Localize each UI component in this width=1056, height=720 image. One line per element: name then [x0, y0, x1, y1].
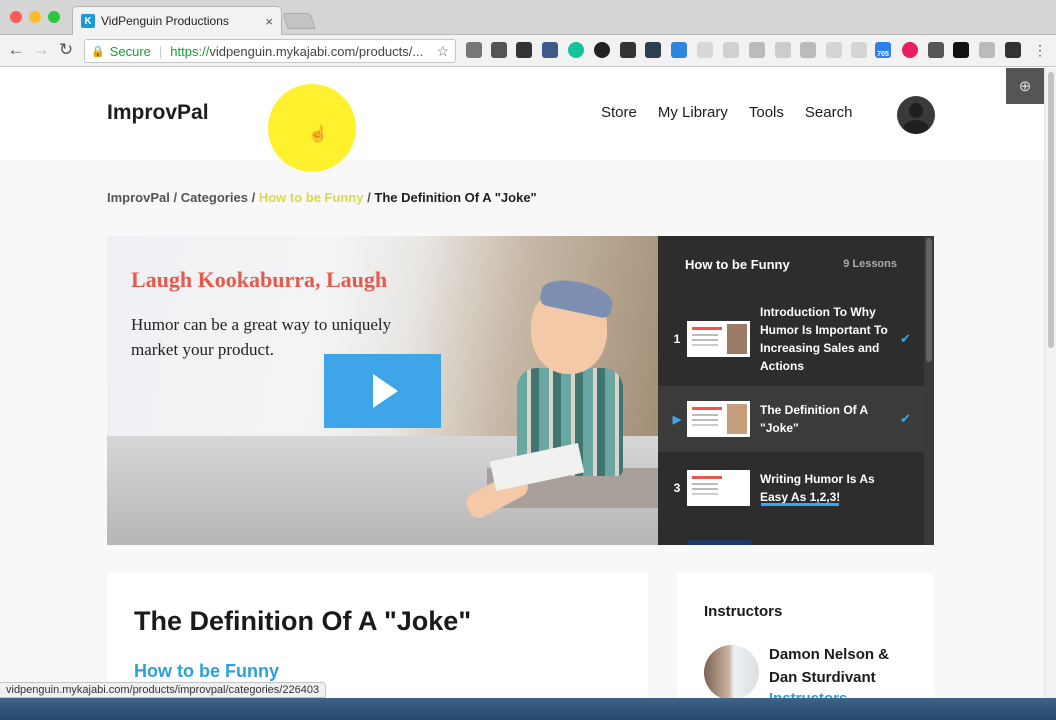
site-nav: Store My Library Tools Search: [601, 104, 852, 121]
url-text[interactable]: https://vidpenguin.mykajabi.com/products…: [170, 44, 436, 59]
skype-icon[interactable]: [851, 42, 867, 58]
add-circle-icon[interactable]: ⊕: [1006, 68, 1044, 104]
grammarly-icon[interactable]: [568, 42, 584, 58]
window-controls: [10, 11, 60, 23]
instructor-photo: [704, 645, 759, 698]
instructors-heading: Instructors: [704, 603, 783, 620]
status-bar-url: vidpenguin.mykajabi.com/products/improvp…: [0, 682, 327, 698]
breadcrumb-home[interactable]: ImprovPal: [107, 190, 170, 205]
lesson-item[interactable]: 3 Writing Humor Is As Easy As 1,2,3!: [658, 452, 924, 524]
playlist-lesson-count: 9 Lessons: [843, 258, 897, 270]
lock-icon: 🔒: [91, 45, 105, 58]
tab-title: VidPenguin Productions: [101, 14, 229, 28]
lesson-details-card: The Definition Of A "Joke" How to be Fun…: [107, 573, 648, 698]
site-header: ImprovPal Store My Library Tools Search: [0, 68, 1044, 160]
now-playing-icon: ▶: [672, 413, 682, 426]
play-button[interactable]: [324, 354, 441, 428]
browser-toolbar: ← → ↻ 🔒 Secure | https://vidpenguin.myka…: [0, 35, 1056, 67]
hand-cursor-icon: ☝: [308, 126, 328, 143]
instructors-card: Instructors Damon Nelson & Dan Sturdivan…: [677, 573, 934, 698]
cloud-icon[interactable]: [542, 42, 558, 58]
puzzle-extension-icon[interactable]: [826, 42, 842, 58]
nav-tools[interactable]: Tools: [749, 104, 784, 121]
video-extension-icon[interactable]: [749, 42, 765, 58]
browser-window: K VidPenguin Productions × ← → ↻ 🔒 Secur…: [0, 0, 1056, 698]
lesson-thumbnail-partial: [688, 540, 751, 545]
lesson-item[interactable]: 1 Introduction To Why Humor Is Important…: [658, 292, 924, 386]
zoom-window-button[interactable]: [48, 11, 60, 23]
play-icon: [373, 374, 398, 408]
page-scrollbar[interactable]: [1044, 68, 1056, 698]
forward-arrow-icon[interactable]: →: [31, 40, 51, 60]
download-extension-icon[interactable]: [671, 42, 687, 58]
back-arrow-icon[interactable]: ←: [6, 40, 26, 60]
menu-kebab-icon[interactable]: ⋮: [1030, 40, 1050, 60]
os-dock: [0, 698, 1056, 720]
lesson-thumbnail: [687, 321, 750, 357]
github-icon[interactable]: [594, 42, 610, 58]
page-scrollbar-thumb[interactable]: [1048, 72, 1054, 348]
site-brand[interactable]: ImprovPal: [107, 101, 209, 125]
pocket-icon[interactable]: [491, 42, 507, 58]
address-bar[interactable]: 🔒 Secure | https://vidpenguin.mykajabi.c…: [84, 39, 456, 63]
t-extension-icon[interactable]: [902, 42, 918, 58]
address-separator: |: [158, 43, 163, 59]
playlist-scrollbar-thumb[interactable]: [926, 238, 932, 362]
lesson-number: 1: [673, 332, 681, 346]
breadcrumb: ImprovPal / Categories / How to be Funny…: [107, 190, 537, 205]
category-link[interactable]: How to be Funny: [134, 661, 279, 682]
r-extension-icon[interactable]: [775, 42, 791, 58]
nav-store[interactable]: Store: [601, 104, 637, 121]
lesson-item-current[interactable]: ▶ The Definition Of A "Joke" ✔: [658, 386, 924, 452]
tab-close-icon[interactable]: ×: [265, 14, 273, 29]
lesson-title: Introduction To Why Humor Is Important T…: [760, 305, 888, 373]
breadcrumb-current: The Definition Of A "Joke": [374, 190, 537, 205]
web-page: ImprovPal Store My Library Tools Search …: [0, 68, 1044, 698]
screen-cast-icon[interactable]: [800, 42, 816, 58]
lesson-thumbnail: [687, 470, 750, 506]
checkmark-extension-icon[interactable]: [620, 42, 636, 58]
playlist-scrollbar[interactable]: [924, 236, 934, 545]
lesson-title: Writing Humor Is As Easy As 1,2,3!: [760, 472, 875, 504]
l-extension-icon[interactable]: [953, 42, 969, 58]
close-window-button[interactable]: [10, 11, 22, 23]
placeholder-extension-icon[interactable]: [697, 42, 713, 58]
instructor-role-link[interactable]: Instructors: [769, 690, 847, 698]
instructor-name: Damon Nelson & Dan Sturdivant: [769, 646, 890, 686]
browser-tab[interactable]: K VidPenguin Productions ×: [72, 6, 282, 35]
secure-label: Secure: [109, 43, 151, 59]
playlist-header: How to be Funny 9 Lessons: [658, 236, 924, 292]
video-player[interactable]: Laugh Kookaburra, Laugh Humor can be a g…: [107, 236, 658, 545]
nav-search[interactable]: Search: [805, 104, 853, 121]
m-extension-icon[interactable]: [928, 42, 944, 58]
reload-icon[interactable]: ↻: [56, 40, 76, 60]
video-title: Laugh Kookaburra, Laugh: [131, 267, 388, 292]
bookmark-star-icon[interactable]: ☆: [436, 43, 449, 60]
playlist-title: How to be Funny: [685, 256, 790, 272]
buffer-icon[interactable]: [516, 42, 532, 58]
completed-check-icon: ✔: [900, 411, 911, 426]
lesson-number: 3: [673, 481, 681, 495]
completed-check-icon: ✔: [900, 331, 911, 346]
breadcrumb-categories[interactable]: Categories: [181, 190, 248, 205]
lesson-playlist: How to be Funny 9 Lessons 1 Introduction…: [658, 236, 934, 545]
chart-extension-icon[interactable]: [1005, 42, 1021, 58]
cast-icon[interactable]: [466, 42, 482, 58]
lesson-thumbnail: [687, 401, 750, 437]
new-tab-button[interactable]: [282, 13, 316, 29]
page-title: The Definition Of A "Joke": [134, 606, 472, 636]
kajabi-favicon-icon: K: [81, 14, 95, 28]
lesson-progress-bar: [761, 503, 839, 506]
profile-badge-icon[interactable]: 705: [875, 42, 891, 58]
breadcrumb-category-link[interactable]: How to be Funny: [259, 190, 364, 205]
tab-bar: K VidPenguin Productions ×: [0, 0, 1056, 35]
lesson-title: The Definition Of A "Joke": [760, 403, 868, 435]
code-extension-icon[interactable]: [645, 42, 661, 58]
nav-my-library[interactable]: My Library: [658, 104, 728, 121]
minimize-window-button[interactable]: [29, 11, 41, 23]
leaf-extension-icon[interactable]: [723, 42, 739, 58]
user-avatar[interactable]: [897, 96, 935, 134]
arrow-extension-icon[interactable]: [979, 42, 995, 58]
